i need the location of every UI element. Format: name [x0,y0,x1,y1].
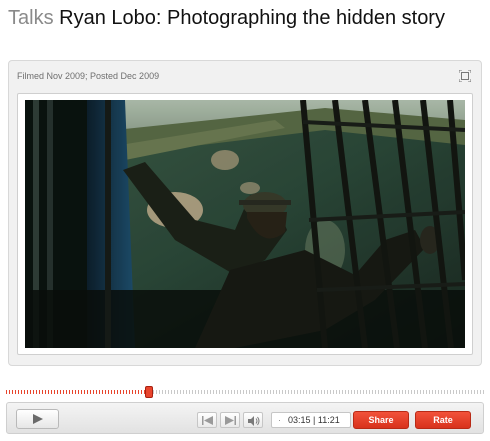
progress-handle[interactable] [145,386,153,398]
previous-button[interactable] [197,412,217,428]
share-button[interactable]: Share [353,411,409,429]
filmed-posted-date: Filmed Nov 2009; Posted Dec 2009 [17,71,160,81]
video-frame [17,93,473,355]
volume-button[interactable] [243,412,263,428]
play-button[interactable] [16,409,59,429]
time-display: · 03:15 | 11:21 [271,412,351,428]
fullscreen-icon[interactable] [458,69,472,83]
progress-played [6,390,149,394]
next-button[interactable] [220,412,240,428]
time-separator: | [313,415,316,425]
control-bar: · 03:15 | 11:21 Share Rate [6,402,484,434]
volume-icon [248,416,260,426]
next-icon [225,416,236,425]
previous-icon [202,416,213,425]
talk-title: Ryan Lobo: Photographing the hidden stor… [59,7,445,29]
rate-button[interactable]: Rate [415,411,471,429]
progress-bar[interactable] [0,386,490,398]
total-time: 11:21 [317,415,340,425]
time-indicator-icon: · [278,415,281,425]
current-time: 03:15 [288,415,311,425]
video-player: Filmed Nov 2009; Posted Dec 2009 [8,60,482,366]
play-icon [33,414,43,424]
section-label[interactable]: Talks [8,7,54,29]
video-still[interactable] [25,100,465,348]
page-title: Talks Ryan Lobo: Photographing the hidde… [8,6,445,30]
